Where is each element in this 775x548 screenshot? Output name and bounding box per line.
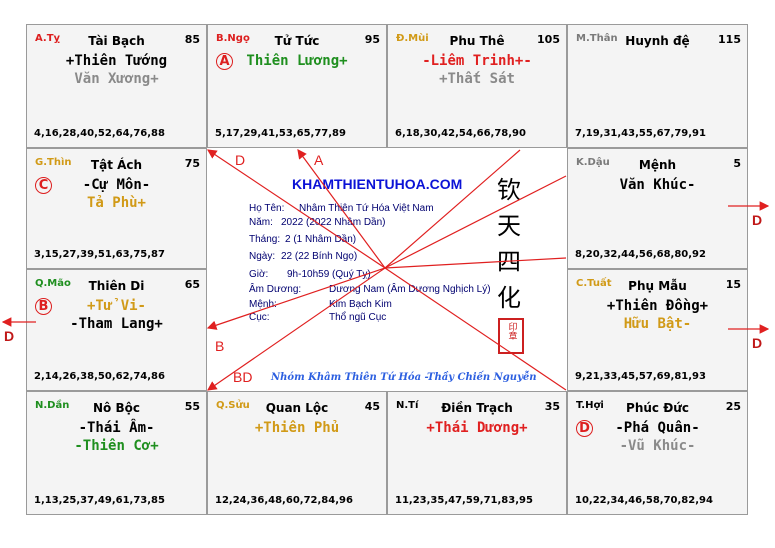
out-label-d-right-top: D bbox=[752, 212, 763, 228]
out-label-d-left: D bbox=[4, 328, 15, 344]
arrow-to-hoi bbox=[384, 267, 567, 391]
arrow-to-mao bbox=[206, 267, 386, 330]
transformation-arrows bbox=[1, 149, 770, 391]
out-label-d-right-bottom: D bbox=[752, 335, 763, 351]
arrow-label-a: A bbox=[314, 152, 324, 168]
arrow-to-mui bbox=[384, 149, 521, 269]
arrow-to-tuat bbox=[384, 257, 567, 269]
arrow-to-ngo bbox=[297, 149, 386, 269]
arrow-label-b: B bbox=[215, 338, 225, 354]
arrow-label-bd: BD bbox=[233, 369, 253, 385]
arrow-to-dau bbox=[384, 175, 567, 269]
arrow-label-d: D bbox=[235, 152, 246, 168]
